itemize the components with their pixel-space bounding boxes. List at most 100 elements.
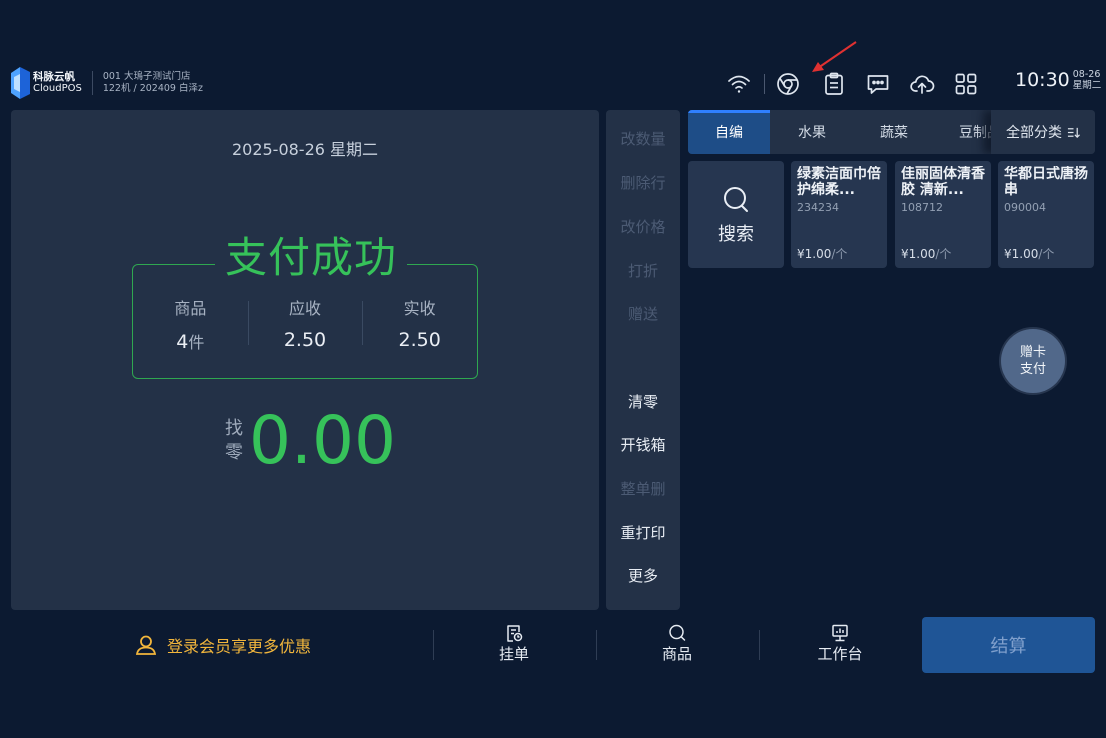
product-name: 佳丽固体清香胶 清新... xyxy=(901,166,985,198)
gift-card-pay-line2: 支付 xyxy=(1019,362,1046,377)
payment-result-panel: 2025-08-26 星期二 商品 4件 应收 2.50 实收 2.50 支付成… xyxy=(11,110,599,610)
clear-button[interactable]: 清零 xyxy=(606,391,680,412)
product-code: 108712 xyxy=(901,201,943,214)
clipboard-icon[interactable] xyxy=(819,69,849,99)
brand-name-cn: 科脉云帆 xyxy=(33,71,75,83)
search-product-card[interactable]: 搜索 xyxy=(688,161,784,268)
category-tabs: 自编 水果 蔬菜 豆制品 全部分类 xyxy=(688,110,1095,154)
gift-card-pay-button[interactable]: 赠卡 支付 xyxy=(1001,329,1065,393)
brand-name-en: CloudPOS xyxy=(33,83,82,94)
terminal-operator: 122机 / 202409 白泽z xyxy=(102,83,203,94)
change-display: 找 零 0.00 xyxy=(225,406,396,476)
price-value: ¥1.00 xyxy=(901,247,936,261)
product-card[interactable]: 绿素洁面巾倍护绵柔... 234234 ¥1.00/个 xyxy=(791,161,887,268)
more-button[interactable]: 更多 xyxy=(606,565,680,586)
store-info: 001 大鳿子测试门店 122机 / 202409 白泽z xyxy=(103,71,203,95)
summary-value: 4件 xyxy=(176,329,204,353)
price-value: ¥1.00 xyxy=(797,247,832,261)
clock-date-short: 08-26 xyxy=(1072,69,1101,80)
search-icon xyxy=(724,186,748,212)
price-unit: /个 xyxy=(1038,247,1055,261)
gift-button[interactable]: 赠送 xyxy=(606,303,680,324)
goods-search-icon xyxy=(669,624,686,641)
member-login-button[interactable]: 登录会员享更多优惠 xyxy=(134,633,311,657)
summary-received: 实收 2.50 xyxy=(362,295,477,353)
summary-label: 应收 xyxy=(289,299,322,318)
brand-name: 科脉云帆 CloudPOS xyxy=(33,71,82,95)
footer-divider xyxy=(596,630,597,660)
gift-card-pay-label: 赠卡 支付 xyxy=(1020,344,1046,378)
clock: 10:30 08-26 星期二 xyxy=(1015,69,1101,91)
action-column: 改数量 删除行 改价格 打折 赠送 清零 开钱箱 整单删 重打印 更多 xyxy=(606,110,680,610)
discount-button[interactable]: 打折 xyxy=(606,260,680,281)
product-name: 绿素洁面巾倍护绵柔... xyxy=(797,166,881,198)
summary-value: 2.50 xyxy=(398,329,441,351)
workbench-button[interactable]: 工作台 xyxy=(800,623,880,664)
delete-row-button[interactable]: 删除行 xyxy=(606,172,680,193)
tab-fruit[interactable]: 水果 xyxy=(784,110,840,154)
price-unit: /个 xyxy=(935,247,952,261)
items-unit: 件 xyxy=(188,333,205,352)
product-card[interactable]: 华都日式唐扬串 090004 ¥1.00/个 xyxy=(998,161,1094,268)
summary-label: 实收 xyxy=(403,299,436,318)
product-price: ¥1.00/个 xyxy=(797,245,847,262)
cloudpos-logo-icon xyxy=(11,67,30,99)
tab-vegetable[interactable]: 蔬菜 xyxy=(866,110,922,154)
footer-divider xyxy=(433,630,434,660)
all-categories-label: 全部分类 xyxy=(1006,125,1062,141)
store-name: 001 大鳿子测试门店 xyxy=(102,71,191,82)
hang-order-button[interactable]: 挂单 xyxy=(474,623,554,664)
brand: 科脉云帆 CloudPOS 001 大鳿子测试门店 122机 / 202409 … xyxy=(11,66,203,100)
toolbar-divider xyxy=(764,74,765,94)
sort-icon xyxy=(1067,127,1080,138)
brand-divider xyxy=(91,71,93,95)
tab-custom[interactable]: 自编 xyxy=(688,110,770,154)
open-cash-drawer-button[interactable]: 开钱箱 xyxy=(606,434,680,455)
workbench-label: 工作台 xyxy=(817,645,863,663)
edit-quantity-button[interactable]: 改数量 xyxy=(606,128,680,149)
goods-label: 商品 xyxy=(661,645,692,663)
clock-weekday: 星期二 xyxy=(1072,80,1102,91)
all-categories-button[interactable]: 全部分类 xyxy=(991,110,1095,154)
product-card[interactable]: 佳丽固体清香胶 清新... 108712 ¥1.00/个 xyxy=(895,161,991,268)
payment-success-title: 支付成功 xyxy=(215,230,408,286)
product-code: 090004 xyxy=(1004,201,1046,214)
member-login-label: 登录会员享更多优惠 xyxy=(167,637,312,656)
product-code: 234234 xyxy=(797,201,839,214)
gift-card-pay-line1: 赠卡 xyxy=(1019,345,1046,360)
goods-button[interactable]: 商品 xyxy=(637,623,717,664)
product-name: 华都日式唐扬串 xyxy=(1004,166,1088,198)
checkout-button[interactable]: 结算 xyxy=(922,617,1095,673)
cloud-upload-icon[interactable] xyxy=(907,69,937,99)
edit-price-button[interactable]: 改价格 xyxy=(606,216,680,237)
workbench-icon xyxy=(832,624,848,642)
summary-items: 商品 4件 xyxy=(133,295,248,353)
change-label-1: 找 xyxy=(225,418,243,439)
items-count: 4 xyxy=(176,331,189,353)
reprint-button[interactable]: 重打印 xyxy=(606,522,680,543)
search-label: 搜索 xyxy=(718,223,754,245)
status-toolbar xyxy=(724,68,981,100)
summary-label: 商品 xyxy=(174,299,207,318)
product-price: ¥1.00/个 xyxy=(901,245,951,262)
summary-row: 商品 4件 应收 2.50 实收 2.50 xyxy=(133,295,477,353)
hang-order-icon xyxy=(507,625,523,642)
price-unit: /个 xyxy=(831,247,848,261)
clock-date: 08-26 星期二 xyxy=(1073,69,1102,91)
hang-order-label: 挂单 xyxy=(498,645,529,663)
apps-grid-icon[interactable] xyxy=(951,69,981,99)
user-icon xyxy=(135,635,157,655)
price-value: ¥1.00 xyxy=(1004,247,1039,261)
summary-receivable: 应收 2.50 xyxy=(247,295,363,353)
clock-time: 10:30 xyxy=(1015,69,1070,91)
chat-icon[interactable] xyxy=(863,69,893,99)
delete-order-button[interactable]: 整单删 xyxy=(606,478,680,499)
summary-value: 2.50 xyxy=(283,329,327,351)
change-label: 找 零 xyxy=(225,417,243,465)
transaction-date: 2025-08-26 星期二 xyxy=(231,140,379,159)
change-amount: 0.00 xyxy=(249,402,396,479)
change-label-2: 零 xyxy=(225,442,243,463)
chrome-icon[interactable] xyxy=(773,69,803,99)
wifi-icon[interactable] xyxy=(724,69,754,99)
footer-divider xyxy=(759,630,760,660)
